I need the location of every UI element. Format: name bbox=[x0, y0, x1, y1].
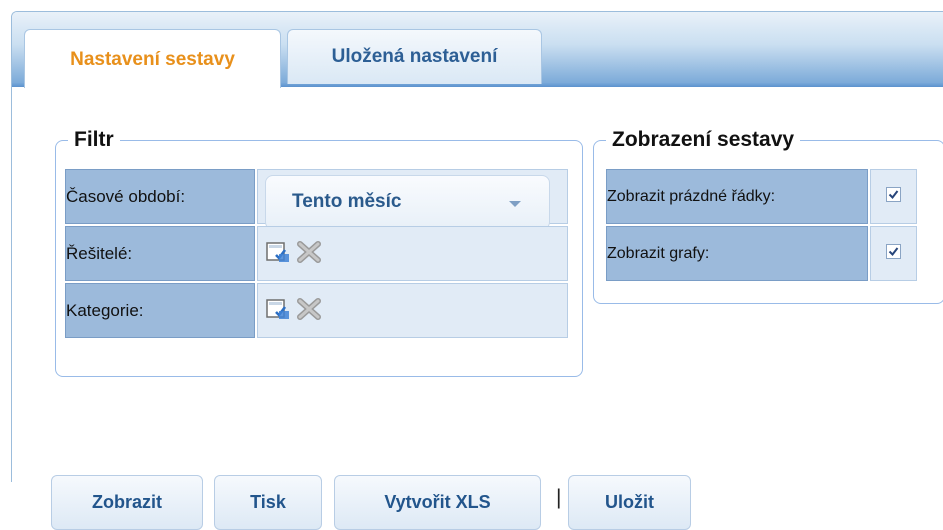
chevron-down-icon bbox=[509, 201, 521, 207]
show-charts-cell bbox=[870, 226, 917, 281]
clear-x-icon[interactable] bbox=[296, 240, 322, 264]
show-button[interactable]: Zobrazit bbox=[51, 475, 203, 530]
period-select-value: Tento měsíc bbox=[292, 191, 402, 212]
report-panel: Nastavení sestavy Uložená nastavení Filt… bbox=[11, 11, 943, 530]
filter-table: Časové období: Tento měsíc Řešitelé: Kat… bbox=[63, 167, 570, 340]
tab-report-settings[interactable]: Nastavení sestavy bbox=[24, 29, 281, 89]
display-row-charts: Zobrazit grafy: bbox=[606, 226, 917, 281]
edit-select-icon[interactable] bbox=[266, 297, 292, 321]
export-xls-button[interactable]: Vytvořit XLS bbox=[334, 475, 541, 530]
period-cell: Tento měsíc bbox=[257, 169, 568, 230]
display-row-empty-rows: Zobrazit prázdné řádky: bbox=[606, 169, 917, 224]
tab-content: Filtr Časové období: Tento měsíc Řešitel… bbox=[12, 88, 943, 530]
category-cell bbox=[257, 283, 568, 338]
tab-saved-settings[interactable]: Uložená nastavení bbox=[287, 29, 542, 84]
solvers-label: Řešitelé: bbox=[65, 226, 255, 281]
save-button[interactable]: Uložit bbox=[568, 475, 691, 530]
print-button[interactable]: Tisk bbox=[214, 475, 322, 530]
show-charts-checkbox[interactable] bbox=[886, 243, 901, 259]
clear-x-icon[interactable] bbox=[296, 297, 322, 321]
period-label: Časové období: bbox=[65, 169, 255, 224]
display-table: Zobrazit prázdné řádky: Zobrazit grafy: bbox=[604, 167, 919, 283]
filter-row-category: Kategorie: bbox=[65, 283, 568, 338]
filter-row-solvers: Řešitelé: bbox=[65, 226, 568, 281]
edit-select-icon[interactable] bbox=[266, 240, 292, 264]
show-charts-label: Zobrazit grafy: bbox=[606, 226, 868, 281]
period-select[interactable]: Tento měsíc bbox=[265, 175, 550, 230]
display-legend: Zobrazení sestavy bbox=[612, 128, 795, 151]
category-label: Kategorie: bbox=[65, 283, 255, 338]
filter-row-period: Časové období: Tento měsíc bbox=[65, 169, 568, 230]
show-empty-rows-checkbox[interactable] bbox=[886, 186, 901, 202]
button-separator: | bbox=[556, 486, 562, 509]
checkmark-icon bbox=[888, 189, 899, 199]
solvers-cell bbox=[257, 226, 568, 281]
show-empty-rows-cell bbox=[870, 169, 917, 224]
show-empty-rows-label: Zobrazit prázdné řádky: bbox=[606, 169, 868, 224]
checkmark-icon bbox=[888, 246, 899, 256]
filter-legend: Filtr bbox=[74, 128, 114, 151]
